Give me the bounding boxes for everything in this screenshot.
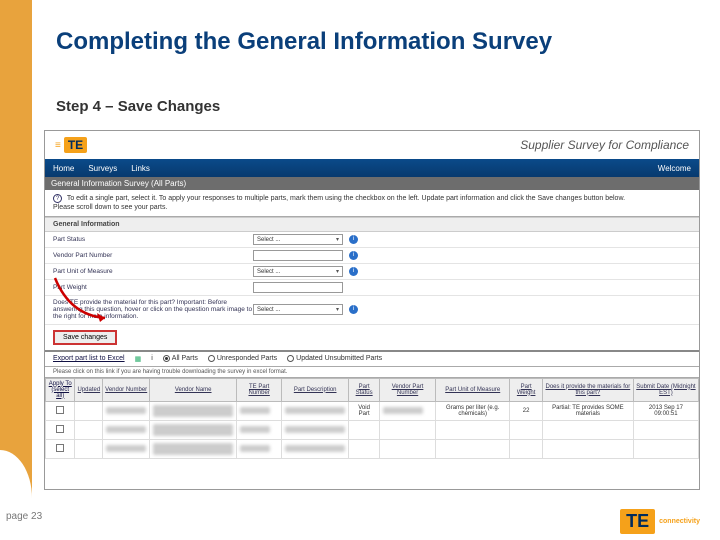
info-icon[interactable]: i [349,267,358,276]
help-icon[interactable]: ? [53,194,62,203]
parts-table: Apply To(select all) Updated Vendor Numb… [45,378,699,459]
excel-icon: ▦ [135,355,142,363]
col-vendor-number[interactable]: Vendor Number [103,378,150,401]
nav-welcome: Welcome [658,164,691,173]
col-apply-to[interactable]: Apply To(select all) [46,378,75,401]
label-part-status: Part Status [53,236,253,243]
screenshot-frame: ≡ TE Supplier Survey for Compliance Home… [44,130,700,490]
slide-subtitle: Step 4 – Save Changes [56,98,220,115]
instructions: ? To edit a single part, select it. To a… [45,190,699,217]
nav-home[interactable]: Home [53,164,74,173]
table-row[interactable] [46,439,699,458]
info-icon[interactable]: i [151,355,153,362]
export-excel-link[interactable]: Export part list to Excel [53,355,125,362]
col-vendor-name[interactable]: Vendor Name [150,378,237,401]
col-submit-date[interactable]: Submit Date (Midnight EST) [633,378,698,401]
input-part-weight[interactable] [253,282,343,293]
col-unit[interactable]: Part Unit of Measure [436,378,510,401]
label-vendor-part-number: Vendor Part Number [53,252,253,259]
label-te-provide: Does TE provide the material for this pa… [53,299,253,320]
col-part-desc[interactable]: Part Description [282,378,349,401]
col-part-status[interactable]: Part Status [349,378,380,401]
table-row[interactable]: Void Part Grams per liter (e.g. chemical… [46,401,699,420]
row-checkbox[interactable] [56,406,64,414]
radio-all-parts[interactable]: All Parts [163,355,198,362]
col-provide[interactable]: Does it provide the materials for this p… [542,378,633,401]
nav-surveys[interactable]: Surveys [88,164,117,173]
app-logo: ≡ TE [55,137,87,153]
col-vendor-part[interactable]: Vendor Part Number [380,378,436,401]
col-weight[interactable]: Part Weight [510,378,542,401]
footer-te-logo: TE connectivity [620,509,700,534]
page-number: page 23 [6,511,42,522]
te-logo-tag: connectivity [659,518,700,525]
row-checkbox[interactable] [56,444,64,452]
slide-title: Completing the General Information Surve… [56,28,552,56]
select-unit-measure[interactable]: Select ... [253,266,343,277]
radio-updated[interactable]: Updated Unsubmitted Parts [287,355,382,362]
save-changes-button[interactable]: Save changes [53,330,117,345]
survey-title-bar: General Information Survey (All Parts) [45,177,699,190]
info-icon[interactable]: i [349,251,358,260]
export-hint: Please click on this link if you are hav… [45,367,699,378]
col-te-part[interactable]: TE Part Number [237,378,282,401]
nav-links[interactable]: Links [131,164,150,173]
label-part-weight: Part Weight [53,284,253,291]
te-logo-box: TE [620,509,655,534]
col-updated[interactable]: Updated [75,378,103,401]
select-te-provide[interactable]: Select ... [253,304,343,315]
label-unit-measure: Part Unit of Measure [53,268,253,275]
table-row[interactable] [46,420,699,439]
app-header-title: Supplier Survey for Compliance [520,138,689,152]
radio-unresponded[interactable]: Unresponded Parts [208,355,277,362]
info-icon[interactable]: i [349,305,358,314]
nav-bar: Home Surveys Links Welcome [45,159,699,177]
info-icon[interactable]: i [349,235,358,244]
select-part-status[interactable]: Select ... [253,234,343,245]
input-vendor-part-number[interactable] [253,250,343,261]
section-general-info: General Information [45,217,699,232]
row-checkbox[interactable] [56,425,64,433]
